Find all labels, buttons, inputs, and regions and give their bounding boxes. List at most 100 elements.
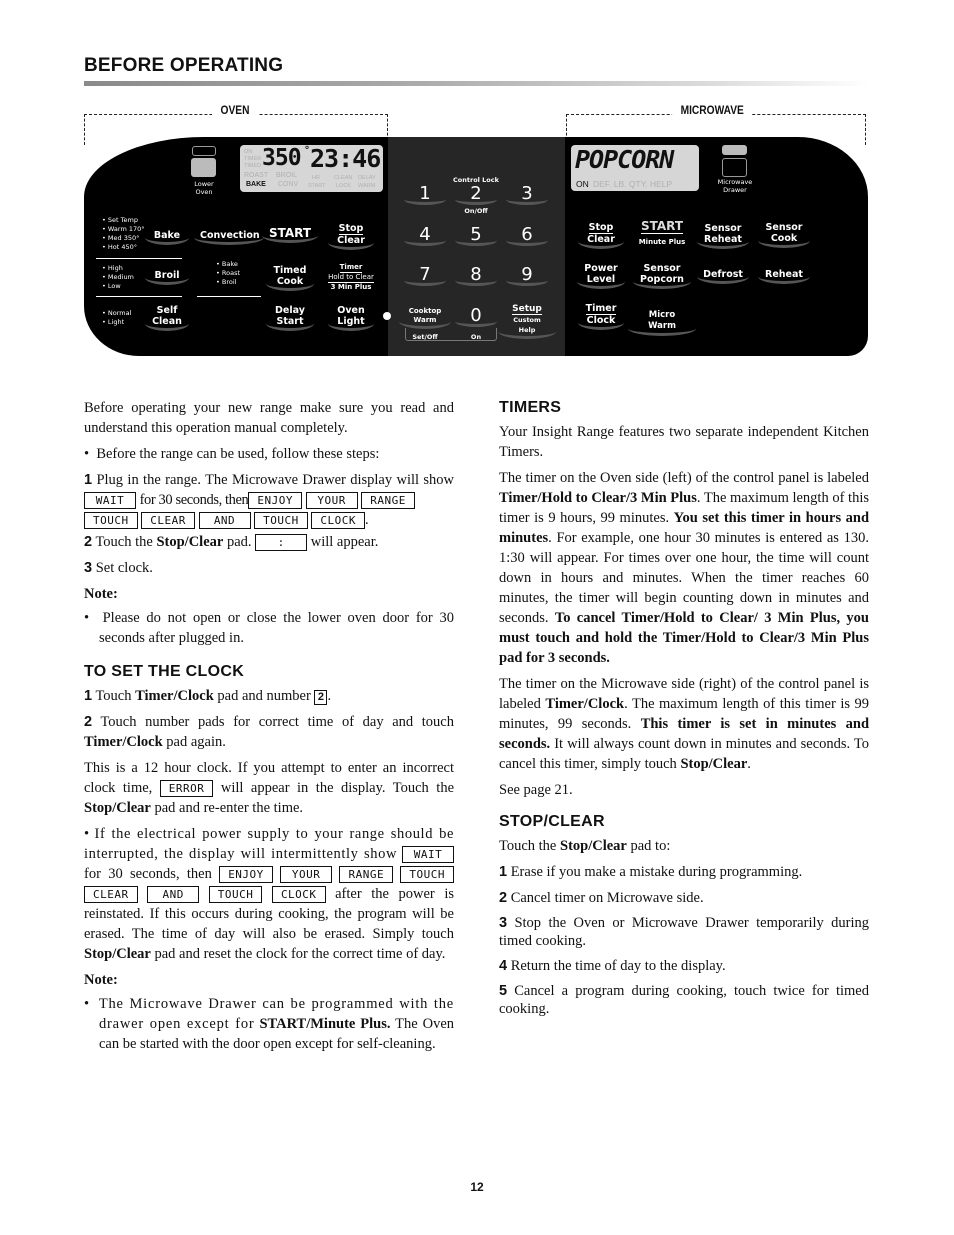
timers-microwave-paragraph: The timer on the Microwave side (right) … <box>499 674 869 774</box>
conv-option: • Roast <box>216 269 241 277</box>
self-clean-options: • Normal • Light <box>102 309 131 327</box>
self-clean-option: • Normal <box>102 309 132 317</box>
mw-timer-label: Timer <box>585 303 617 315</box>
digit-6-button[interactable]: 6 <box>506 224 548 246</box>
oven-light-button[interactable]: Oven Light <box>328 305 374 331</box>
mw-start-label: START <box>640 219 684 234</box>
paragraph-text: pad to: <box>630 838 671 854</box>
display-word-box: RANGE <box>339 866 394 884</box>
broil-option: • High <box>102 264 123 272</box>
delay-start-button[interactable]: Delay Start <box>266 305 314 331</box>
stop-intro: Touch the Stop/Clear pad to: <box>499 836 869 856</box>
mw-stop-clear-button[interactable]: Stop Clear <box>578 222 624 249</box>
paragraph-bold: Stop/Clear <box>680 756 748 772</box>
three-min-plus-label: 3 Min Plus <box>330 283 372 291</box>
step-text: Cancel timer on Microwave side. <box>510 890 704 906</box>
display-word-box: WAIT <box>402 846 455 864</box>
number-key-box: 2 <box>314 690 328 705</box>
note-bold: START/Minute Plus. <box>259 1016 391 1032</box>
display-word-box: CLEAR <box>141 512 195 530</box>
section-title-timers: TIMERS <box>499 399 562 416</box>
lower-oven-label: Lower Oven <box>194 180 214 196</box>
hold-to-clear-label: Hold to Clear <box>328 273 374 283</box>
digit-7-button[interactable]: 7 <box>404 264 446 286</box>
timer-hold-to-clear-button[interactable]: Timer Hold to Clear 3 Min Plus <box>328 263 374 292</box>
self-clean-button[interactable]: Self Clean <box>145 305 189 331</box>
page-title: BEFORE OPERATING <box>84 55 284 76</box>
sensor-cook-button[interactable]: Sensor Cook <box>758 222 810 248</box>
reheat-button[interactable]: Reheat <box>758 269 810 284</box>
broil-button[interactable]: Broil <box>145 270 189 285</box>
status-start: START <box>308 183 326 189</box>
step-bold: Timer/Clock <box>84 734 163 750</box>
sensor-label: Sensor <box>643 263 681 274</box>
stop-clear-button[interactable]: Stop Clear <box>328 223 374 250</box>
digit-5-button[interactable]: 5 <box>455 224 497 246</box>
lower-oven-indicator <box>191 158 216 177</box>
digit-8-button[interactable]: 8 <box>455 264 497 286</box>
step-number: 1 <box>499 864 508 880</box>
step-text: Cancel a program during cooking, touch t… <box>499 983 869 1017</box>
conv-option: • Bake <box>216 260 238 268</box>
micro-warm-button[interactable]: Micro Warm <box>628 310 696 336</box>
timer-clock-button[interactable]: Timer Clock <box>578 303 624 330</box>
mode-broil: BROIL <box>276 172 298 179</box>
section-title-set-clock: TO SET THE CLOCK <box>84 663 245 680</box>
microwave-drawer-indicator-bottom <box>722 158 747 177</box>
paragraph-text: Touch the <box>499 838 557 854</box>
paragraph-bold: Stop/Clear <box>84 800 151 816</box>
step-number: 2 <box>84 534 93 550</box>
display-word-box: AND <box>147 886 200 904</box>
power-label: Power <box>584 263 618 274</box>
microwave-drawer-label: Microwave Drawer <box>717 178 753 194</box>
oven-display: ON TIMER TIMED 350 ° 23:46 ROAST BROIL B… <box>240 144 383 192</box>
microwave-dim-indicators: DEF. LB. QTY. HELP <box>593 179 673 189</box>
paragraph-bold: Timer/Hold to Clear/3 Min Plus <box>499 490 697 506</box>
sensor-reheat-button[interactable]: Sensor Reheat <box>697 223 749 249</box>
digit-0-button[interactable]: 0 <box>455 305 497 327</box>
bake-button[interactable]: Bake <box>145 230 189 245</box>
timed-cook-button[interactable]: Timed Cook <box>266 265 314 291</box>
digit-3-button[interactable]: 3 <box>506 183 548 205</box>
power-level-button[interactable]: Power Level <box>577 263 625 289</box>
bake-option: • Set Temp <box>102 216 138 224</box>
oven-label-pad: Oven <box>337 305 365 316</box>
status-lock: LOCK <box>336 183 351 189</box>
setup-label: Setup <box>512 304 542 315</box>
step-text: Plug in the range. The Microwave Drawer … <box>96 472 455 488</box>
defrost-button[interactable]: Defrost <box>697 269 749 284</box>
step-number: 1 <box>84 688 93 704</box>
microwave-on-indicator: ON <box>576 179 589 189</box>
set-off-label: Set/Off <box>412 333 438 341</box>
display-word-box: ENJOY <box>248 492 303 510</box>
delay-label: Delay <box>275 305 305 316</box>
stop-item: 2 Cancel timer on Microwave side. <box>499 888 869 908</box>
note-label: Note: <box>84 586 118 602</box>
digit-9-button[interactable]: 9 <box>506 264 548 286</box>
page-number: 12 <box>470 1180 484 1194</box>
status-delay: DELAY <box>358 175 376 181</box>
timers-oven-paragraph: The timer on the Oven side (left) of the… <box>499 468 869 668</box>
sensor-popcorn-button[interactable]: Sensor Popcorn <box>633 263 691 289</box>
digit-4-button[interactable]: 4 <box>404 224 446 246</box>
step-text: Set clock. <box>95 560 153 576</box>
mw-start-minute-plus-button[interactable]: START Minute Plus <box>636 220 688 249</box>
see-page: See page 21. <box>499 782 573 798</box>
microwave-display: POPCORN ON DEF. LB. QTY. HELP <box>571 145 699 191</box>
digit-1-button[interactable]: 1 <box>404 183 446 205</box>
conv-options: • Bake • Roast • Broil <box>216 260 240 287</box>
title-rule <box>84 81 870 86</box>
display-word-box: CLEAR <box>84 886 138 904</box>
digit-2-button[interactable]: 2 <box>455 183 497 205</box>
step-number: 4 <box>499 958 508 974</box>
divider <box>96 296 182 297</box>
step-text: Stop the Oven or Microwave Drawer tempor… <box>499 915 869 949</box>
display-word-box: CLOCK <box>271 886 326 904</box>
note-1-label: Note: <box>84 584 454 604</box>
convection-button[interactable]: Convection <box>194 230 264 245</box>
step-1: 1 Plug in the range. The Microwave Drawe… <box>84 472 455 530</box>
step-number: 5 <box>499 983 508 999</box>
start-button[interactable]: START <box>262 227 318 243</box>
cooktop-warm-button[interactable]: Cooktop Warm <box>399 307 451 329</box>
setup-button[interactable]: Setup Custom Help <box>498 304 556 339</box>
